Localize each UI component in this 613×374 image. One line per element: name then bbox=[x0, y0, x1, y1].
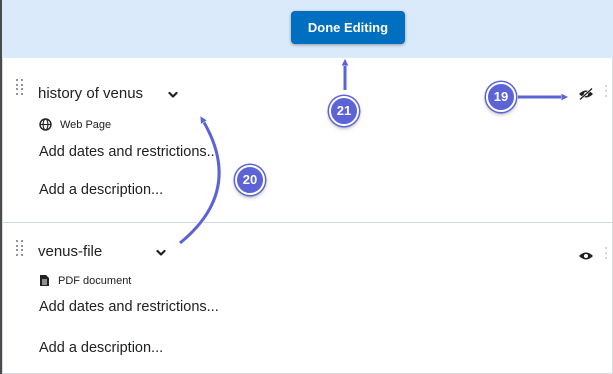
item-title[interactable]: history of venus bbox=[38, 85, 143, 102]
annotation-badge-20: 20 bbox=[235, 165, 265, 195]
more-options-icon[interactable] bbox=[605, 247, 608, 259]
globe-icon bbox=[39, 118, 52, 131]
eye-hidden-icon[interactable] bbox=[578, 88, 594, 100]
add-dates-link[interactable]: Add dates and restrictions... bbox=[39, 144, 219, 160]
add-description-link[interactable]: Add a description... bbox=[39, 340, 163, 356]
add-dates-link[interactable]: Add dates and restrictions... bbox=[39, 299, 219, 315]
content-item: venus-file PDF document Add dates and re… bbox=[2, 223, 613, 374]
drag-handle-icon[interactable] bbox=[16, 240, 26, 256]
more-options-icon[interactable] bbox=[605, 85, 608, 97]
content-item: history of venus Web Page Add dates and … bbox=[2, 58, 613, 222]
drag-handle-icon[interactable] bbox=[16, 79, 26, 95]
item-title[interactable]: venus-file bbox=[38, 243, 102, 260]
done-editing-button[interactable]: Done Editing bbox=[291, 11, 405, 44]
chevron-down-icon[interactable] bbox=[168, 90, 178, 100]
eye-icon[interactable] bbox=[578, 250, 594, 262]
annotation-badge-19: 19 bbox=[486, 82, 516, 112]
chevron-down-icon[interactable] bbox=[156, 248, 166, 258]
item-type: PDF document bbox=[39, 274, 131, 287]
document-icon bbox=[40, 275, 49, 286]
item-type-label: Web Page bbox=[60, 118, 112, 131]
item-type-label: PDF document bbox=[58, 274, 132, 287]
annotation-badge-21: 21 bbox=[329, 96, 359, 126]
edit-mode-bar: Done Editing bbox=[2, 0, 613, 58]
item-type: Web Page bbox=[39, 118, 111, 131]
add-description-link[interactable]: Add a description... bbox=[39, 182, 163, 198]
